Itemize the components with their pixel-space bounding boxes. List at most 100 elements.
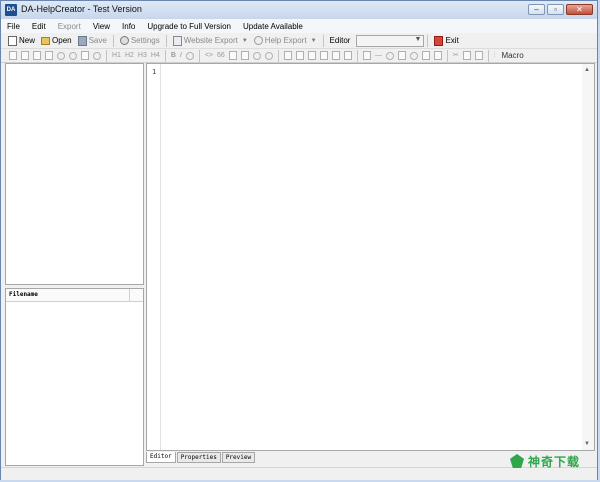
help-export-button[interactable]: Help Export ▼	[251, 36, 320, 45]
cut-icon[interactable]: ✂	[453, 51, 459, 61]
horizontal-rule-icon[interactable]: —	[375, 51, 382, 61]
insert-icon[interactable]	[385, 51, 394, 60]
app-icon: DA	[5, 4, 17, 16]
file-list-panel[interactable]: Filename	[5, 288, 144, 466]
align-icon[interactable]	[331, 51, 340, 60]
line-number: 1	[152, 68, 157, 76]
file-list-header: Filename	[6, 289, 143, 302]
copy-page-icon[interactable]	[21, 51, 29, 60]
exit-label: Exit	[445, 36, 459, 45]
vertical-scrollbar[interactable]: ▲ ▼	[582, 64, 594, 450]
delete-page-icon[interactable]	[33, 51, 41, 60]
link-icon[interactable]	[252, 51, 261, 60]
macro-icon: ⫶	[493, 51, 496, 59]
menu-export[interactable]: Export	[52, 22, 87, 31]
disk-icon	[77, 35, 87, 46]
close-button[interactable]: ✕	[566, 4, 593, 15]
paste-icon[interactable]	[474, 51, 483, 60]
indent-icon[interactable]	[307, 51, 316, 60]
watermark-logo-icon	[510, 454, 524, 468]
chevron-down-icon: ▼	[414, 35, 422, 43]
tab-editor[interactable]: Editor	[146, 452, 176, 463]
exit-button[interactable]: Exit	[431, 35, 461, 46]
toolbar-separator	[165, 34, 167, 47]
page-properties-icon[interactable]	[45, 51, 53, 60]
numbered-list-icon[interactable]	[295, 51, 304, 60]
open-button[interactable]: Open	[38, 36, 75, 45]
grid-icon[interactable]	[362, 51, 371, 60]
new-page-icon[interactable]	[9, 51, 17, 60]
main-window: DA DA-HelpCreator - Test Version – ▫ ✕ F…	[0, 0, 598, 480]
strikethrough-icon[interactable]	[185, 51, 194, 60]
open-label: Open	[52, 36, 72, 45]
editor-select[interactable]: ▼	[356, 34, 425, 47]
editor-area[interactable]: 1 ▲ ▼	[146, 63, 595, 451]
restore-button[interactable]: ▫	[547, 4, 564, 15]
toolbar-separator	[112, 34, 114, 47]
toolbar-separator	[446, 49, 448, 62]
list-icon[interactable]	[283, 51, 292, 60]
toolbar-separator	[106, 49, 107, 62]
anchor-icon[interactable]	[264, 51, 273, 60]
watermark: 神奇下载	[510, 450, 594, 472]
columns-icon[interactable]	[343, 51, 352, 60]
bold-button[interactable]: B	[171, 51, 176, 61]
heading2-button[interactable]: H2	[125, 51, 134, 61]
toolbar-separator	[198, 49, 200, 62]
menu-view[interactable]: View	[87, 22, 116, 31]
scroll-down-icon[interactable]: ▼	[584, 441, 590, 447]
menu-edit[interactable]: Edit	[26, 22, 52, 31]
menu-upgrade[interactable]: Upgrade to Full Version	[141, 22, 237, 31]
refresh-icon[interactable]	[93, 51, 101, 60]
folder-icon	[41, 36, 51, 45]
menu-update[interactable]: Update Available	[237, 22, 309, 31]
clock-icon[interactable]	[409, 51, 418, 60]
toolbar-separator	[277, 49, 279, 62]
chevron-down-icon: ▼	[241, 37, 248, 44]
attachment-icon[interactable]	[421, 51, 430, 60]
italic-button[interactable]: I	[180, 51, 182, 61]
status-bar	[1, 467, 597, 480]
code-button[interactable]: <>	[205, 51, 213, 61]
toolbar-separator	[322, 34, 324, 47]
tab-preview[interactable]: Preview	[221, 452, 256, 463]
settings-button[interactable]: Settings	[117, 36, 163, 45]
filename-column-header[interactable]: Filename	[6, 289, 130, 301]
website-export-label: Website Export	[183, 36, 238, 45]
minimize-button[interactable]: –	[528, 4, 545, 15]
heading3-button[interactable]: H3	[138, 51, 147, 61]
save-label: Save	[88, 36, 107, 45]
save-button[interactable]: Save	[75, 35, 110, 46]
scroll-up-icon[interactable]: ▲	[584, 67, 590, 73]
media-icon[interactable]	[397, 51, 406, 60]
copy-icon[interactable]	[462, 51, 471, 60]
menu-info[interactable]: Info	[116, 22, 141, 31]
menu-file[interactable]: File	[1, 22, 26, 31]
main-toolbar: New Open Save Settings Website Export ▼ …	[1, 33, 597, 49]
special-char-icon[interactable]	[433, 51, 442, 60]
outdent-icon[interactable]	[319, 51, 328, 60]
new-button[interactable]: New	[5, 35, 38, 46]
quote-button[interactable]: 66	[217, 51, 225, 61]
menu-bar: File Edit Export View Info Upgrade to Fu…	[1, 19, 597, 33]
toolbar-separator	[164, 49, 166, 62]
editor-label: Editor	[329, 36, 351, 45]
heading1-button[interactable]: H1	[112, 51, 121, 61]
website-export-button[interactable]: Website Export ▼	[170, 35, 251, 46]
toolbar-separator	[487, 49, 489, 62]
window-title: DA-HelpCreator - Test Version	[21, 4, 142, 14]
editor-tabs: Editor Properties Preview	[146, 452, 256, 464]
macro-button[interactable]: Macro	[501, 51, 523, 60]
image-icon[interactable]	[240, 51, 249, 60]
help-icon	[253, 36, 263, 45]
page-view-icon[interactable]	[81, 51, 89, 60]
heading4-button[interactable]: H4	[151, 51, 160, 61]
page-tree-panel[interactable]	[5, 63, 144, 285]
move-down-icon[interactable]	[69, 51, 77, 60]
move-up-icon[interactable]	[57, 51, 65, 60]
toolbar-separator	[356, 49, 358, 62]
tab-properties[interactable]: Properties	[176, 452, 221, 463]
website-icon	[172, 35, 182, 46]
table-icon[interactable]	[228, 51, 237, 60]
watermark-text: 神奇下载	[528, 454, 581, 469]
